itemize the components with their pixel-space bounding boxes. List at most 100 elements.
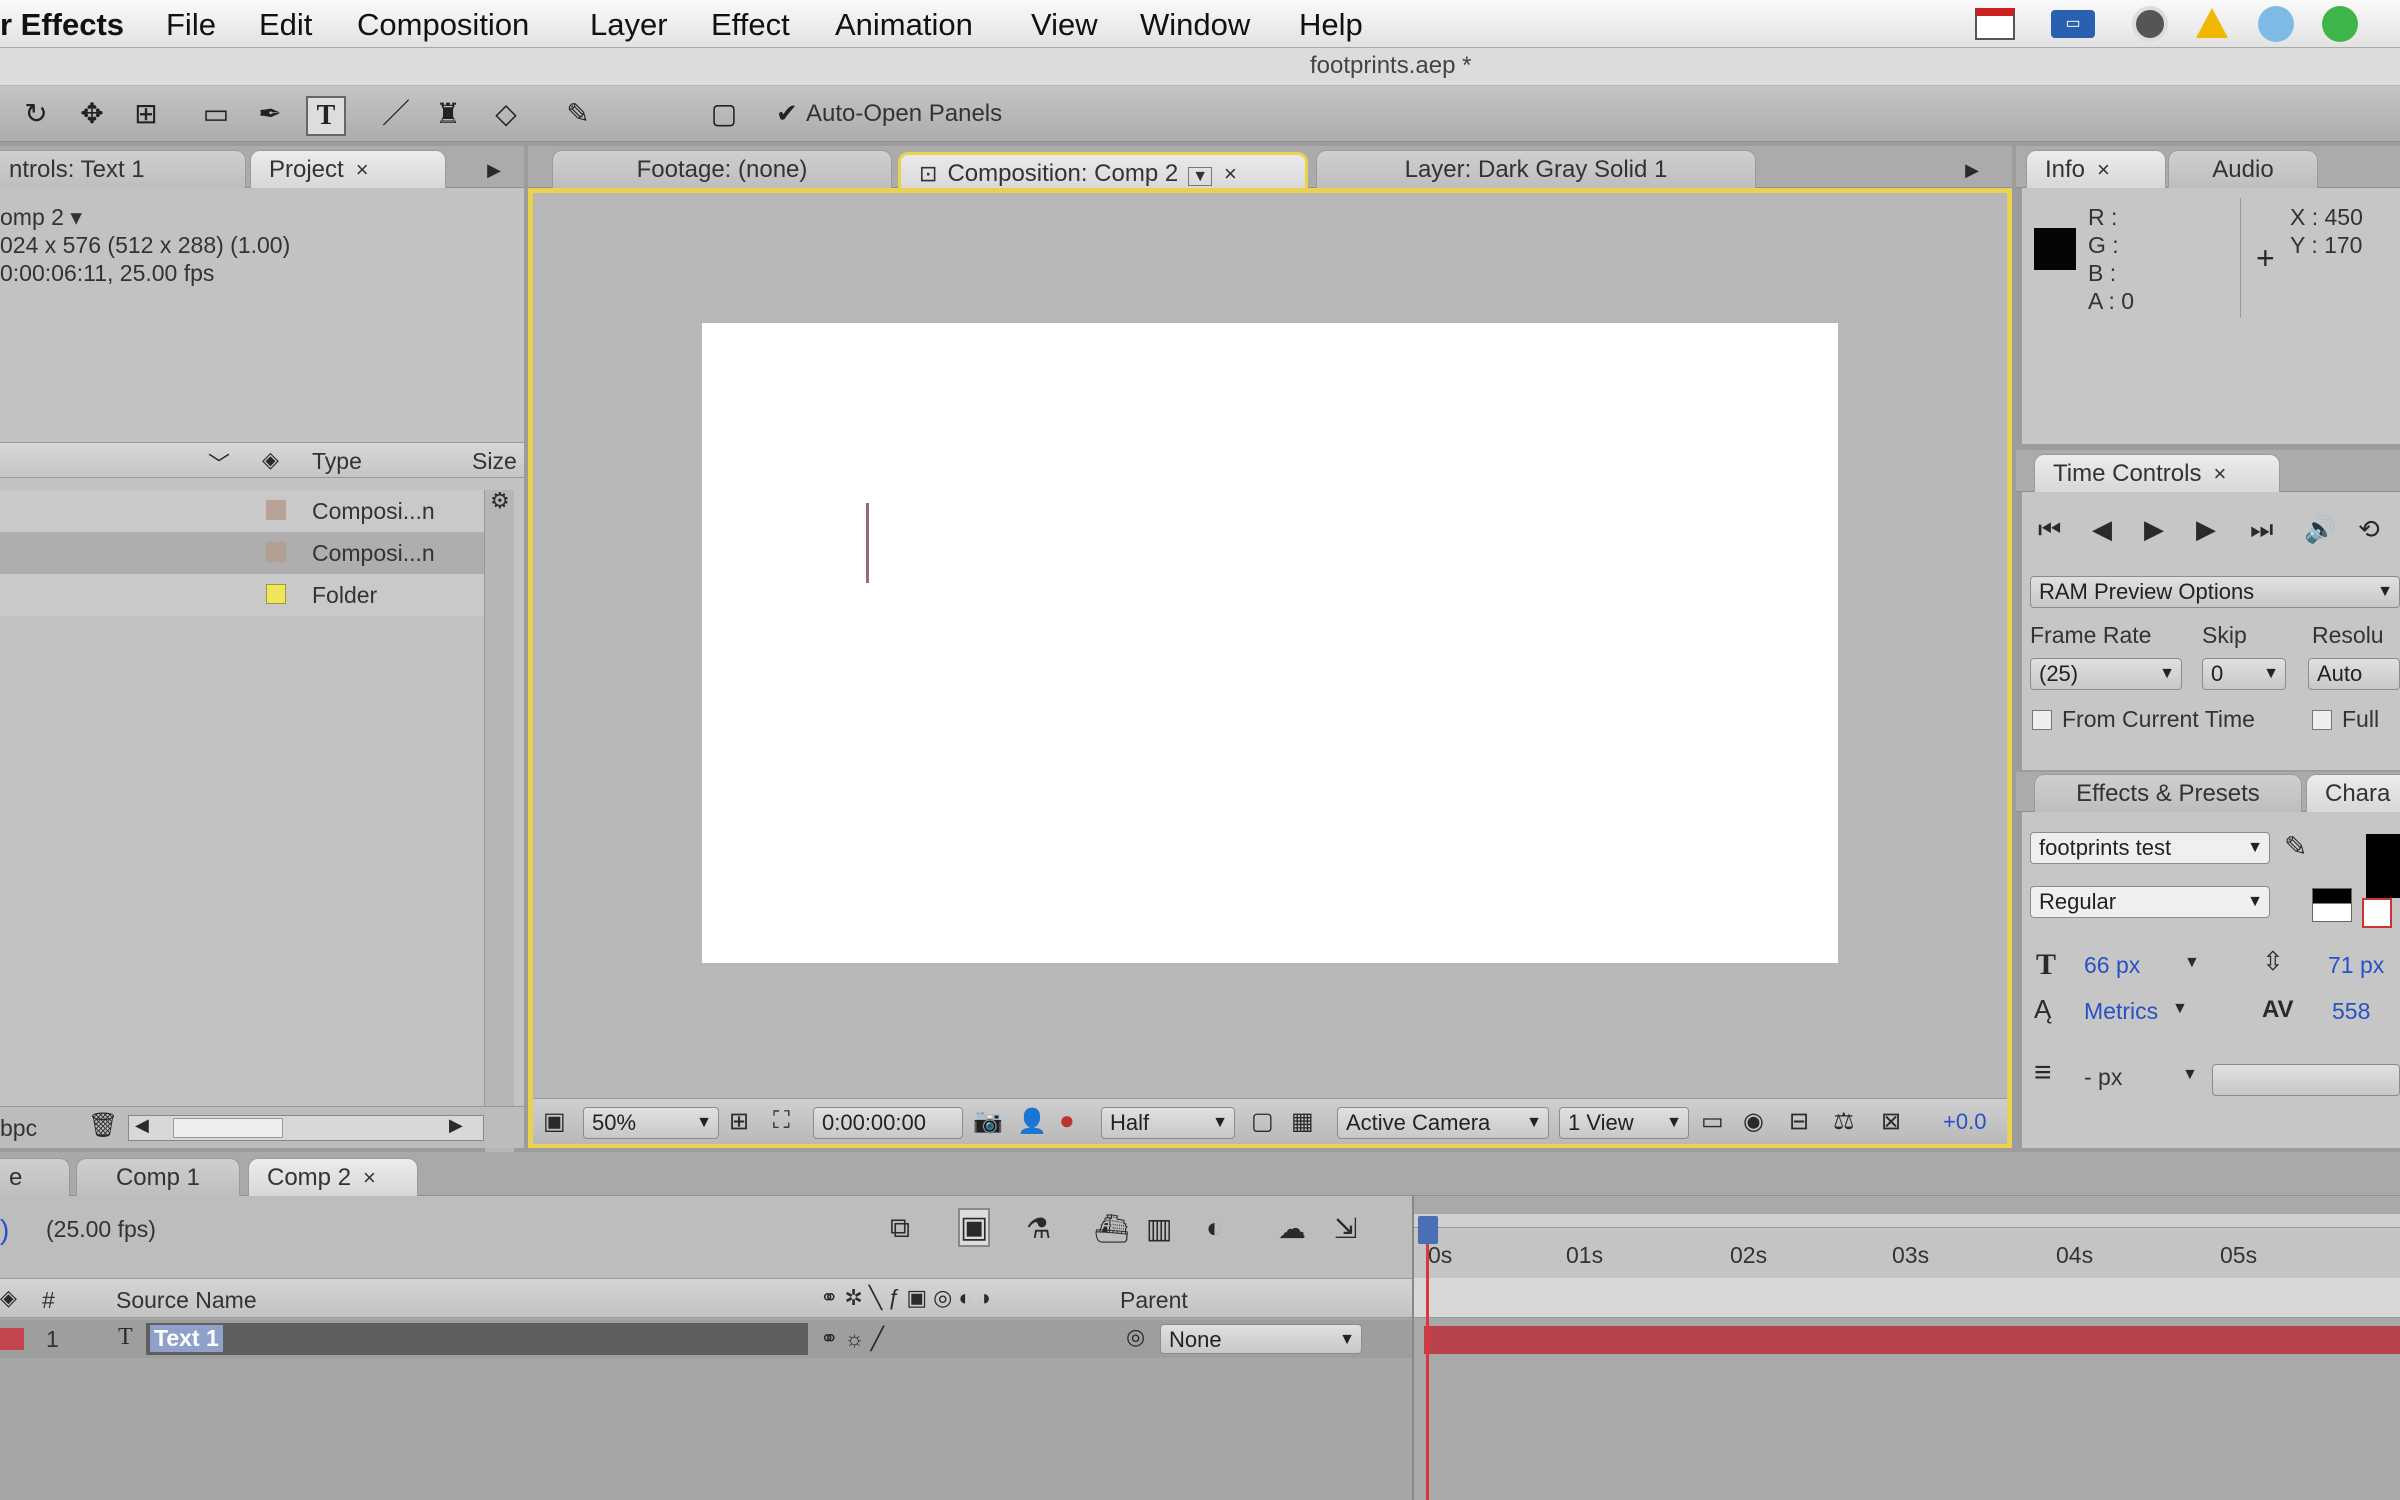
tab-comp-1[interactable]: Comp 1: [76, 1158, 240, 1198]
graph-editor-icon[interactable]: ⇲: [1334, 1212, 1357, 1245]
tab-effect-controls[interactable]: ntrols: Text 1: [0, 150, 246, 190]
time-graph[interactable]: 0s 01s 02s 03s 04s 05s: [1412, 1196, 2400, 1500]
leading-value[interactable]: 71 px: [2328, 952, 2384, 979]
tab-time-controls[interactable]: Time Controls ×: [2034, 454, 2280, 494]
status-icon[interactable]: [2322, 6, 2358, 42]
menu-layer[interactable]: Layer: [590, 7, 668, 43]
sort-chevron-icon[interactable]: ﹀: [208, 447, 230, 479]
column-type[interactable]: Type: [312, 448, 362, 475]
screen-icon[interactable]: [1975, 8, 2015, 40]
show-snapshot-icon[interactable]: 👤: [1017, 1107, 1047, 1136]
color-channels-icon[interactable]: ●: [1059, 1105, 1075, 1136]
last-frame-icon[interactable]: ⏭: [2250, 514, 2273, 546]
resolution-dropdown[interactable]: Auto: [2308, 658, 2400, 690]
stroke-width-dropdown-icon[interactable]: ▼: [2182, 1066, 2198, 1084]
layer-name[interactable]: Text 1: [150, 1325, 223, 1352]
current-time-indicator[interactable]: [1418, 1216, 1438, 1244]
roi-icon[interactable]: ▢: [1251, 1107, 1274, 1136]
scroll-right-icon[interactable]: ▶: [449, 1115, 463, 1136]
tab-info[interactable]: Info ×: [2026, 150, 2166, 190]
resolution-dropdown[interactable]: Half: [1101, 1107, 1235, 1139]
layer-duration-bar[interactable]: [1424, 1326, 2400, 1354]
project-row-2[interactable]: Composi...n: [0, 532, 484, 574]
camera-tool-icon[interactable]: ✥: [74, 96, 110, 132]
live-update-icon[interactable]: ▣: [958, 1208, 991, 1247]
composition-canvas[interactable]: [702, 323, 1838, 963]
grid-icon[interactable]: ⊞: [729, 1107, 749, 1136]
column-parent[interactable]: Parent: [1120, 1287, 1188, 1314]
panel-menu-icon[interactable]: ▶: [1958, 160, 1986, 184]
menu-animation[interactable]: Animation: [835, 7, 973, 43]
no-stroke-swatch[interactable]: [2362, 898, 2392, 928]
tab-audio[interactable]: Audio: [2168, 150, 2318, 190]
snapshot-icon[interactable]: 📷: [973, 1107, 1003, 1136]
motion-blur-icon[interactable]: ◐: [1206, 1212, 1223, 1244]
sync-icon[interactable]: [2258, 6, 2294, 42]
next-frame-icon[interactable]: ▶: [2196, 514, 2216, 545]
tab-project[interactable]: Project ×: [250, 150, 446, 190]
brush-tool-icon[interactable]: ／: [378, 96, 414, 132]
font-size-value[interactable]: 66 px: [2084, 952, 2140, 979]
kerning-value[interactable]: Metrics: [2084, 998, 2158, 1025]
menu-edit[interactable]: Edit: [259, 7, 312, 43]
hide-shy-icon[interactable]: ⛴: [1094, 1212, 1130, 1245]
label-column-icon[interactable]: ◈: [262, 447, 279, 473]
brainstorm-icon[interactable]: ☁: [1278, 1212, 1306, 1245]
exposure-value[interactable]: +0.0: [1943, 1109, 1986, 1135]
type-tool-icon[interactable]: T: [306, 96, 346, 136]
timeline-icon[interactable]: ⊟: [1789, 1107, 1809, 1136]
close-icon[interactable]: ×: [1224, 161, 1237, 186]
switches-icons[interactable]: ⚭✲╲ƒ▣◎◐◑: [820, 1285, 997, 1311]
menu-window[interactable]: Window: [1140, 7, 1250, 43]
scroll-thumb[interactable]: [173, 1118, 283, 1138]
first-frame-icon[interactable]: ⏮: [2038, 514, 2061, 546]
clone-stamp-tool-icon[interactable]: ♜: [430, 96, 466, 132]
loop-icon[interactable]: ⟲: [2358, 514, 2380, 545]
menu-view[interactable]: View: [1031, 7, 1098, 43]
close-icon[interactable]: ×: [356, 157, 369, 182]
kerning-dropdown-icon[interactable]: ▼: [2172, 1000, 2188, 1018]
trash-icon[interactable]: 🗑: [88, 1111, 118, 1140]
timecode-display[interactable]: 0:00:00:00: [813, 1107, 963, 1139]
pick-whip-icon[interactable]: ◎: [1126, 1324, 1145, 1350]
tab-comp-2[interactable]: Comp 2 ×: [248, 1158, 418, 1198]
time-ruler[interactable]: 0s 01s 02s 03s 04s 05s: [1414, 1228, 2400, 1278]
timeline-layer-row[interactable]: 1 T Text 1 ⚭☼╱ ◎ None: [0, 1320, 1412, 1358]
tab-footage[interactable]: Footage: (none): [552, 150, 892, 190]
close-icon[interactable]: ×: [2213, 461, 2226, 486]
rectangle-tool-icon[interactable]: ▭: [198, 96, 234, 132]
transparency-grid-icon[interactable]: ▦: [1291, 1107, 1314, 1136]
tracking-value[interactable]: 558: [2332, 998, 2370, 1025]
horizontal-scrollbar[interactable]: ◀ ▶: [128, 1115, 484, 1141]
layer-name-bar[interactable]: Text 1: [146, 1323, 808, 1355]
column-number[interactable]: #: [42, 1287, 55, 1314]
toggle-pixel-aspect-icon[interactable]: ▭: [1701, 1107, 1724, 1136]
camera-dropdown[interactable]: Active Camera: [1337, 1107, 1549, 1139]
project-row-3[interactable]: Folder: [0, 574, 484, 616]
audio-icon[interactable]: 🔊: [2304, 514, 2336, 545]
pan-behind-tool-icon[interactable]: ⊞: [128, 96, 164, 132]
close-icon[interactable]: ×: [363, 1165, 376, 1190]
from-current-time-checkbox[interactable]: [2032, 710, 2052, 730]
pen-tool-icon[interactable]: ✒: [252, 96, 288, 132]
label-column-icon[interactable]: ◈: [0, 1285, 17, 1311]
puppet-pin-tool-icon[interactable]: ✎: [560, 96, 596, 132]
menu-composition[interactable]: Composition: [357, 7, 529, 43]
scroll-left-icon[interactable]: ◀: [135, 1115, 149, 1136]
project-row-1[interactable]: Composi...n: [0, 490, 484, 532]
frame-blending-icon[interactable]: ▥: [1146, 1212, 1172, 1245]
layer-switches-icons[interactable]: ⚭☼╱: [820, 1326, 890, 1352]
frame-rate-dropdown[interactable]: (25): [2030, 658, 2182, 690]
skip-dropdown[interactable]: 0: [2202, 658, 2286, 690]
timecode-fragment-icon[interactable]: ): [0, 1214, 9, 1246]
menu-file[interactable]: File: [166, 7, 216, 43]
menu-help[interactable]: Help: [1299, 7, 1363, 43]
lock-icon[interactable]: ⊡: [919, 161, 937, 186]
zoom-dropdown[interactable]: 50%: [583, 1107, 719, 1139]
menu-effect[interactable]: Effect: [711, 7, 790, 43]
parent-dropdown[interactable]: None: [1160, 1324, 1362, 1355]
tab-layer[interactable]: Layer: Dark Gray Solid 1: [1316, 150, 1756, 190]
tab-composition[interactable]: ⊡ Composition: Comp 2 ▼ ×: [898, 152, 1308, 192]
stroke-type-dropdown[interactable]: [2212, 1064, 2400, 1096]
black-white-swatch[interactable]: [2312, 888, 2352, 922]
